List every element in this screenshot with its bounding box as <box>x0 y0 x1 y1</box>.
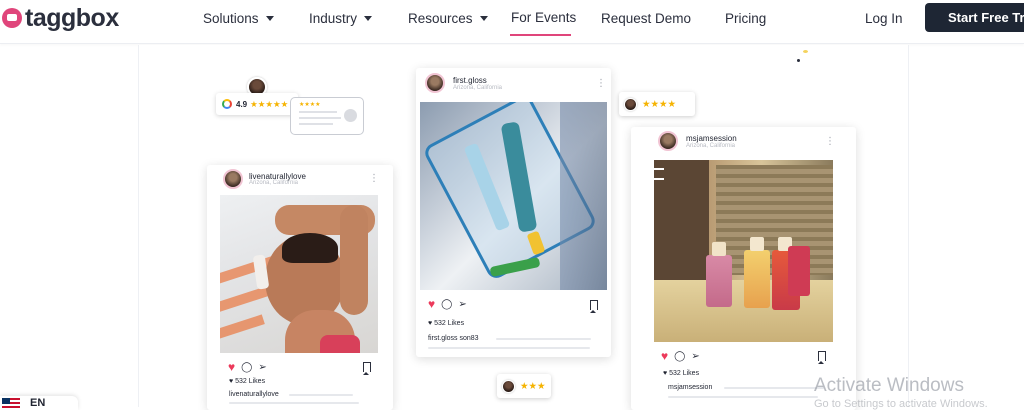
share-icon[interactable]: ➢ <box>258 362 266 373</box>
logo-mark-icon <box>2 8 22 28</box>
caption-placeholder <box>428 347 590 349</box>
caption-placeholder <box>496 338 591 340</box>
heart-icon[interactable]: ♥ <box>661 349 668 363</box>
post-username: msjamsession <box>686 134 737 143</box>
bookmark-icon[interactable] <box>363 362 371 375</box>
post-location: Arizona, California <box>686 143 736 149</box>
chip-avatar <box>624 97 637 111</box>
post-username: first.gloss <box>453 76 487 85</box>
chip-stars: ★★★ <box>520 380 546 392</box>
post-location: Arizona, California <box>249 180 299 186</box>
share-icon[interactable]: ➢ <box>458 299 466 310</box>
nav-solutions[interactable]: Solutions <box>203 11 274 26</box>
rating-chip: ★★★★ <box>619 92 695 116</box>
bubble-avatar-placeholder <box>344 109 357 122</box>
heart-icon[interactable]: ♥ <box>428 297 435 311</box>
language-selector[interactable]: EN <box>0 396 78 410</box>
nav-for-events[interactable]: For Events <box>511 10 576 25</box>
login-label: Log In <box>865 11 903 26</box>
comment-icon[interactable]: ◯ <box>674 351 685 362</box>
activate-windows-subtitle: Go to Settings to activate Windows. <box>814 398 988 410</box>
chevron-down-icon <box>479 16 488 21</box>
nav-for-events-label: For Events <box>511 10 577 25</box>
bookmark-icon[interactable] <box>818 351 826 364</box>
post-location: Arizona, California <box>453 85 503 91</box>
post-image <box>420 102 607 290</box>
top-navbar: taggbox Solutions Industry Resources For… <box>0 0 1024 44</box>
google-review-badge: 4.9 ★★★★★ <box>216 93 298 115</box>
nav-solutions-label: Solutions <box>203 11 259 26</box>
nav-pricing[interactable]: Pricing <box>725 11 766 26</box>
review-speech-bubble: ★★★★ <box>290 97 364 135</box>
post-image <box>654 160 833 342</box>
google-icon <box>222 99 232 109</box>
more-options-icon[interactable]: ⋮ <box>596 79 606 89</box>
likes-text: 532 Likes <box>235 378 266 385</box>
login-link[interactable]: Log In <box>865 11 903 26</box>
likes-count: ♥ 532 Likes <box>428 320 465 327</box>
caption-placeholder <box>724 387 824 389</box>
post-card[interactable]: livenaturallylove Arizona, California ⋮ … <box>207 165 393 410</box>
likes-count: ♥ 532 Likes <box>229 378 266 385</box>
activate-windows-title: Activate Windows <box>814 375 964 396</box>
post-avatar <box>223 169 243 189</box>
chevron-down-icon <box>265 16 274 21</box>
placeholder-text-line <box>299 111 337 113</box>
nav-active-indicator <box>510 34 571 36</box>
post-card[interactable]: msjamsession Arizona, California ⋮ ♥ ◯ ➢… <box>631 127 856 410</box>
caption-placeholder <box>289 394 353 396</box>
caption-placeholder <box>229 402 359 404</box>
post-card[interactable]: first.gloss Arizona, California ⋮ ♥ ◯ ➢ … <box>416 68 611 357</box>
sparkle-decoration <box>797 59 800 62</box>
share-icon[interactable]: ➢ <box>691 351 699 362</box>
post-actions: ♥ ◯ ➢ <box>228 360 273 374</box>
heart-icon[interactable]: ♥ <box>228 360 235 374</box>
nav-industry[interactable]: Industry <box>309 11 373 26</box>
sparkle-decoration <box>803 50 808 53</box>
caption-user: msjamsession <box>668 384 713 391</box>
rating-chip: ★★★ <box>497 374 551 398</box>
post-avatar <box>658 131 678 151</box>
comment-icon[interactable]: ◯ <box>241 362 252 373</box>
review-stars: ★★★★★ <box>250 98 289 109</box>
post-actions: ♥ ◯ ➢ <box>428 297 473 311</box>
taggbox-logo[interactable]: taggbox <box>2 3 119 32</box>
nav-pricing-label: Pricing <box>725 11 767 26</box>
logo-wordmark: taggbox <box>25 3 119 32</box>
start-free-trial-button[interactable]: Start Free Trial <box>925 3 1024 32</box>
caption-user: livenaturallylove <box>229 391 279 398</box>
placeholder-text-line <box>299 117 341 119</box>
review-rating: 4.9 <box>236 99 248 109</box>
bubble-stars: ★★★★ <box>299 102 321 108</box>
bookmark-icon[interactable] <box>590 300 598 313</box>
nav-request-demo[interactable]: Request Demo <box>601 11 691 26</box>
chip-stars: ★★★★ <box>642 98 677 110</box>
nav-request-demo-label: Request Demo <box>601 11 692 26</box>
caption-placeholder <box>668 396 818 398</box>
placeholder-text-line <box>299 123 333 125</box>
likes-text: 532 Likes <box>669 370 700 377</box>
nav-resources[interactable]: Resources <box>408 11 488 26</box>
comment-icon[interactable]: ◯ <box>441 299 452 310</box>
likes-text: 532 Likes <box>434 320 465 327</box>
more-options-icon[interactable]: ⋮ <box>825 137 835 147</box>
chip-avatar <box>502 379 515 393</box>
post-image <box>220 195 378 353</box>
nav-industry-label: Industry <box>309 11 358 26</box>
chevron-down-icon <box>364 16 373 21</box>
more-options-icon[interactable]: ⋮ <box>369 174 379 184</box>
caption-user: first.gloss son83 <box>428 335 479 342</box>
post-avatar <box>425 73 445 93</box>
language-label: EN <box>30 397 46 409</box>
post-actions: ♥ ◯ ➢ <box>661 349 706 363</box>
nav-resources-label: Resources <box>408 11 473 26</box>
likes-count: ♥ 532 Likes <box>663 370 700 377</box>
